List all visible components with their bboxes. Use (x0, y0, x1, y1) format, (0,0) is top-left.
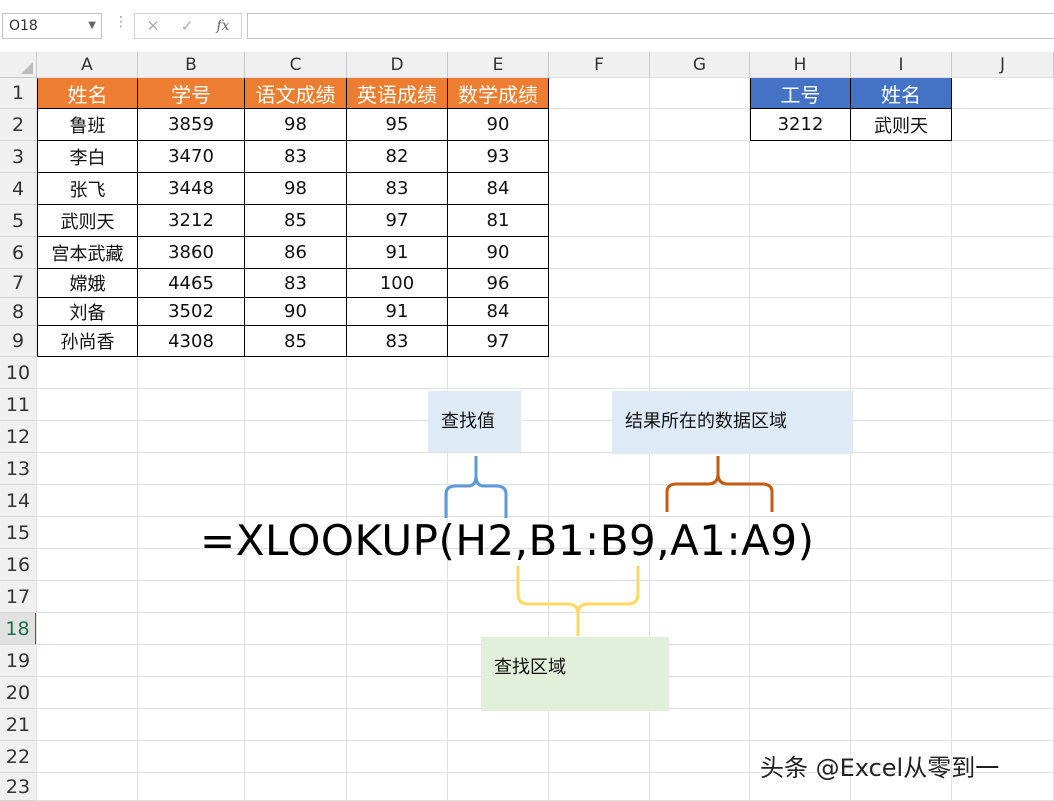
brace-annotations (444, 456, 774, 636)
brace-yellow (516, 566, 640, 636)
brace-blue (444, 456, 508, 518)
watermark: 头条 @Excel从零到一 (760, 754, 1000, 782)
formula-annotation: =XLOOKUP(H2,B1:B9,A1:A9) (200, 516, 815, 565)
brace-orange (665, 456, 774, 512)
